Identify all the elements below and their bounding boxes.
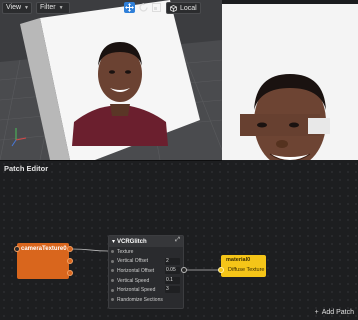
camera-texture-node[interactable]: cameraTexture0 [17, 243, 69, 279]
param-value-field[interactable]: 0.1 [165, 276, 180, 284]
param-label: Vertical Speed [117, 277, 150, 284]
input-port[interactable] [111, 259, 114, 263]
add-patch-button[interactable]: + Add Patch [315, 309, 354, 316]
expand-icon[interactable]: ⤢ [175, 237, 180, 244]
glitch-param-horizontal-offset[interactable]: Horizontal Offset 0.05 [109, 266, 183, 276]
param-label: Texture [117, 248, 134, 255]
param-value-field[interactable]: 0.05 [165, 267, 180, 275]
param-value-field[interactable]: 3 [165, 286, 180, 294]
glitch-param-vertical-offset[interactable]: Vertical Offset 2 [109, 257, 183, 267]
material-input-port[interactable] [218, 267, 224, 273]
glitch-param-texture[interactable]: Texture [109, 247, 183, 257]
param-label: Randomize Sections [117, 296, 163, 303]
glitch-param-horizontal-speed[interactable]: Horizontal Speed 3 [109, 285, 183, 295]
vcr-glitch-header[interactable]: ▾ VCRGlitch ⤢ [109, 236, 183, 247]
camera-output-port[interactable] [67, 246, 73, 252]
diffuse-texture-label: Diffuse Texture [228, 267, 265, 273]
glitch-param-randomize-sections[interactable]: Randomize Sections [109, 295, 183, 305]
input-port[interactable] [111, 269, 114, 273]
input-port[interactable] [111, 279, 114, 283]
param-label: Horizontal Offset [117, 267, 155, 274]
plus-icon: + [314, 309, 319, 316]
input-port[interactable] [111, 298, 114, 302]
input-port[interactable] [111, 250, 114, 254]
param-label: Vertical Offset [117, 258, 149, 265]
param-value [165, 248, 180, 255]
glitch-output-port[interactable] [181, 267, 187, 273]
glitch-param-vertical-speed[interactable]: Vertical Speed 0.1 [109, 276, 183, 286]
material-name: material0 [226, 257, 251, 263]
add-patch-label: Add Patch [321, 309, 354, 316]
collapse-icon[interactable]: ▾ [112, 238, 115, 245]
camera-output-port[interactable] [67, 258, 73, 264]
material-node[interactable]: material0 Diffuse Texture [221, 255, 266, 277]
vcr-glitch-node[interactable]: ▾ VCRGlitch ⤢ Texture Vertical Offset 2 … [108, 235, 184, 309]
param-value-field[interactable]: 2 [165, 257, 180, 265]
camera-input-port[interactable] [14, 246, 20, 252]
camera-output-port[interactable] [67, 270, 73, 276]
vcr-glitch-title: VCRGlitch [117, 238, 147, 245]
input-port[interactable] [111, 288, 114, 292]
camera-texture-label: cameraTexture0 [21, 246, 67, 252]
param-label: Horizontal Speed [117, 287, 156, 294]
